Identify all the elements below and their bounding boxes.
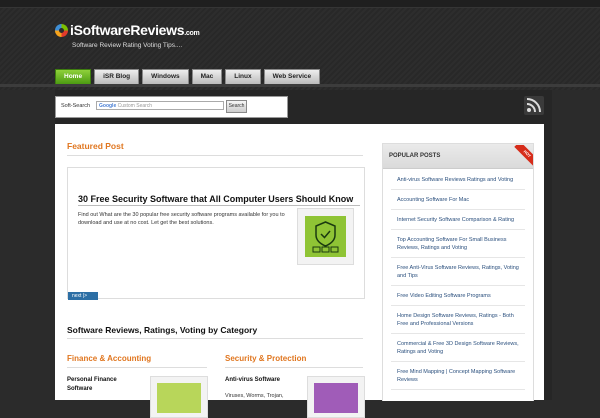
- popular-post-link[interactable]: Free Anti-Virus Software Reviews, Rating…: [391, 258, 525, 286]
- category-heading: Software Reviews, Ratings, Voting by Cat…: [67, 325, 258, 335]
- popular-posts-header: POPULAR POSTS HOT: [383, 144, 533, 169]
- popular-post-link[interactable]: Commercial & Free 3D Design Software Rev…: [391, 334, 525, 362]
- nav-tab-web-service[interactable]: Web Service: [263, 69, 321, 84]
- featured-divider: [67, 155, 363, 156]
- nav-tab-linux[interactable]: Linux: [225, 69, 261, 84]
- popular-post-link[interactable]: Internet Security Software Comparison & …: [391, 210, 525, 230]
- hot-badge: HOT: [511, 145, 533, 167]
- next-label: next: [72, 293, 82, 299]
- search-button[interactable]: Search: [226, 100, 247, 113]
- nav-tab-mac[interactable]: Mac: [191, 69, 223, 84]
- category-title-finance[interactable]: Finance & Accounting: [67, 354, 151, 363]
- popular-post-link[interactable]: Free Video Editing Software Programs: [391, 286, 525, 306]
- popular-posts-list: Anti-virus Software Reviews Ratings and …: [391, 170, 525, 390]
- featured-post-box: 30 Free Security Software that All Compu…: [67, 167, 365, 300]
- featured-post-title: Featured Post: [67, 141, 124, 151]
- top-strip: [0, 0, 600, 8]
- site-logo[interactable]: iSoftwareReviews.com: [70, 22, 200, 38]
- security-thumbnail[interactable]: [307, 376, 365, 418]
- search-provider-label: Google: [99, 103, 117, 109]
- security-item-text: Viruses, Worms, Trojan,: [225, 393, 284, 399]
- headline-underline: [78, 205, 360, 206]
- popular-post-link[interactable]: Free Mind Mapping | Concept Mapping Soft…: [391, 362, 525, 390]
- finance-divider: [67, 367, 207, 368]
- chevron-right-icon: |>: [82, 293, 88, 299]
- category-title-security[interactable]: Security & Protection: [225, 354, 306, 363]
- finance-image: [157, 383, 201, 413]
- site-header: iSoftwareReviews.com Software Review Rat…: [0, 0, 600, 90]
- security-image: [305, 216, 346, 257]
- popular-post-link[interactable]: Top Accounting Software For Small Busine…: [391, 230, 525, 258]
- popular-post-link[interactable]: Accounting Software For Mac: [391, 190, 525, 210]
- security-shield-icon: [312, 221, 339, 253]
- logo-name: iSoftwareReviews: [70, 22, 185, 38]
- nav-tab-windows[interactable]: Windows: [142, 69, 189, 84]
- featured-thumbnail[interactable]: [297, 208, 354, 265]
- featured-headline-link[interactable]: 30 Free Security Software that All Compu…: [78, 194, 353, 204]
- category-divider: [67, 338, 363, 339]
- nav-tab-home[interactable]: Home: [55, 69, 92, 84]
- popular-posts-widget: POPULAR POSTS HOT Anti-virus Software Re…: [382, 143, 534, 401]
- logo-icon[interactable]: [55, 24, 68, 37]
- popular-post-link[interactable]: Anti-virus Software Reviews Ratings and …: [391, 170, 525, 190]
- nav-tab-isr-blog[interactable]: iSR Blog: [94, 69, 140, 84]
- nav-divider: [0, 84, 600, 87]
- rss-icon[interactable]: [524, 96, 544, 115]
- popular-posts-title: POPULAR POSTS: [389, 153, 441, 159]
- search-box: Soft-Search Google Custom Search Search: [55, 96, 288, 118]
- search-label: Soft-Search: [61, 103, 91, 109]
- main-nav: Home iSR Blog Windows Mac Linux Web Serv…: [55, 69, 321, 84]
- search-input[interactable]: Google Custom Search: [96, 101, 224, 110]
- finance-item-title[interactable]: Personal Finance Software: [67, 376, 142, 394]
- popular-post-link[interactable]: Home Design Software Reviews, Ratings - …: [391, 306, 525, 334]
- security-category-image: [314, 383, 358, 413]
- finance-thumbnail[interactable]: [150, 376, 208, 418]
- security-item-title[interactable]: Anti-virus Software: [225, 376, 305, 385]
- search-placeholder: Custom Search: [117, 103, 153, 109]
- site-tagline: Software Review Rating Voting Tips....: [72, 42, 183, 49]
- next-slide-button[interactable]: next |>: [68, 292, 98, 300]
- hot-badge-label: HOT: [514, 145, 533, 167]
- security-divider: [225, 367, 363, 368]
- featured-description: Find out What are the 30 popular free se…: [78, 212, 285, 226]
- logo-domain: .com: [184, 30, 200, 37]
